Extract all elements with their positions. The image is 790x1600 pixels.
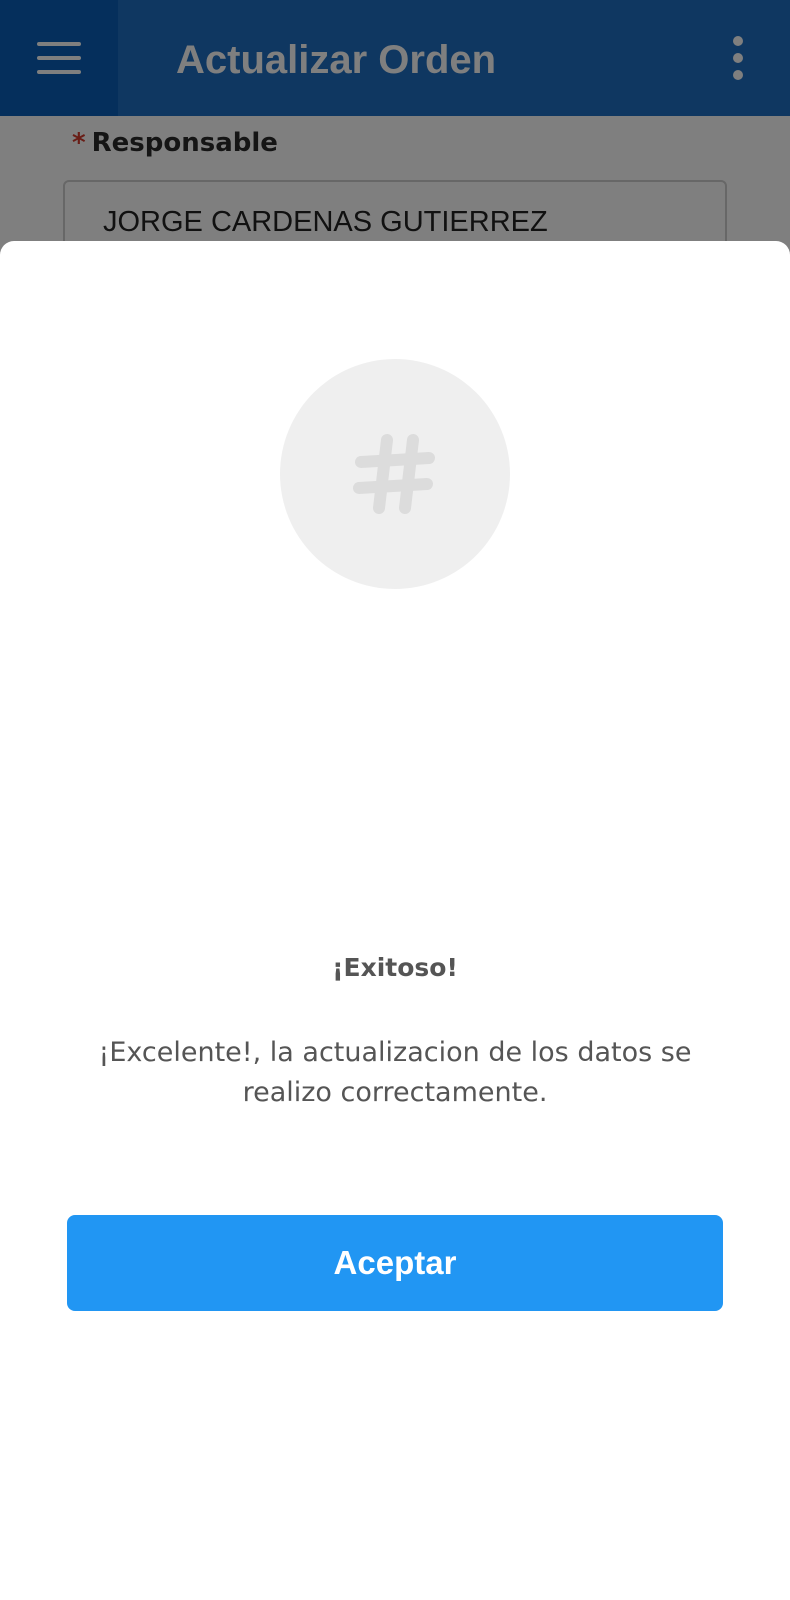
- hashtag-icon: [353, 434, 435, 514]
- dialog-message: ¡Excelente!, la actualizacion de los dat…: [98, 1037, 692, 1108]
- dialog-title: ¡Exitoso!: [332, 953, 458, 982]
- success-dialog: ¡Exitoso! ¡Excelente!, la actualizacion …: [0, 241, 790, 1600]
- dialog-icon-circle: [280, 359, 510, 589]
- accept-button[interactable]: Aceptar: [67, 1215, 723, 1311]
